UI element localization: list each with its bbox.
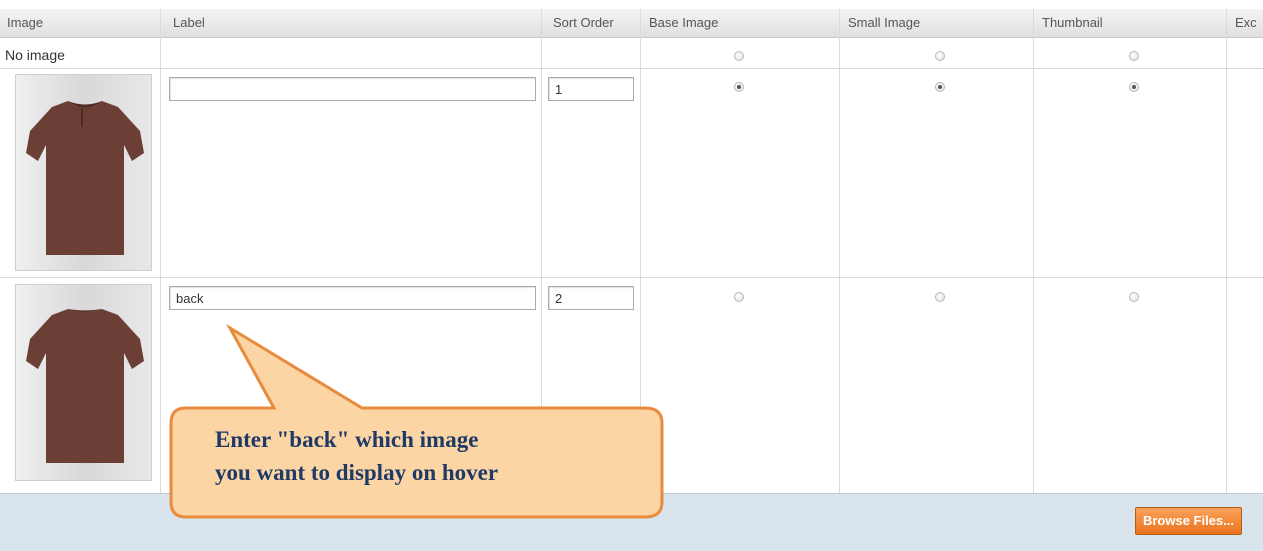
media-gallery-table: Image Label Sort Order Base Image Small … xyxy=(0,0,1263,551)
callout-line-2: you want to display on hover xyxy=(215,460,499,485)
callout-text: Enter "back" which image you want to dis… xyxy=(215,423,655,489)
callout-line-1: Enter "back" which image xyxy=(215,427,479,452)
